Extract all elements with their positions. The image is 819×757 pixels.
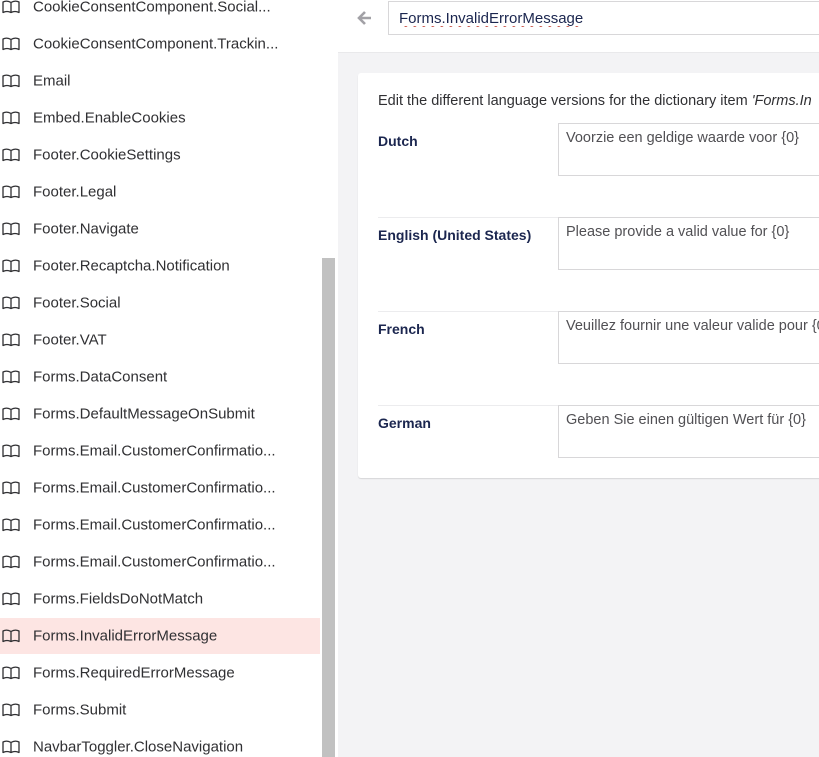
book-icon (2, 37, 20, 51)
book-icon (2, 0, 20, 14)
editor-header (338, 0, 819, 53)
back-arrow-icon[interactable] (356, 8, 376, 28)
tree-item[interactable]: Footer.Legal (0, 174, 320, 210)
tree-item-label: NavbarToggler.CloseNavigation (33, 738, 244, 756)
book-icon (2, 407, 20, 421)
book-icon (2, 333, 20, 347)
tree-item-label: Footer.Social (33, 294, 121, 312)
tree-item[interactable]: Forms.InvalidErrorMessage (0, 618, 320, 654)
book-icon (2, 592, 20, 606)
tree-item-label: CookieConsentComponent.Trackin... (33, 35, 279, 53)
intro-text: Edit the different language versions for… (378, 93, 812, 109)
tree-item[interactable]: Footer.Recaptcha.Notification (0, 248, 320, 284)
tree-item-label: Footer.Navigate (33, 220, 139, 238)
translation-textarea[interactable]: Veuillez fournir une valeur valide pour … (558, 311, 819, 364)
language-row: German Geben Sie einen gültigen Wert für … (378, 405, 819, 499)
tree-item[interactable]: Embed.EnableCookies (0, 100, 320, 136)
tree-item-label: Embed.EnableCookies (33, 109, 186, 127)
tree-item-label: Forms.DataConsent (33, 368, 168, 386)
book-icon (2, 259, 20, 273)
dictionary-tree: CookieConsentComponent.Social... CookieCo… (0, 0, 320, 757)
tree-item[interactable]: Footer.Social (0, 285, 320, 321)
scrollbar-thumb[interactable] (322, 258, 335, 757)
language-row: Dutch Voorzie een geldige waarde voor {0} (378, 123, 819, 218)
intro-prefix: Edit the different language versions for… (378, 93, 752, 109)
book-icon (2, 185, 20, 199)
language-label: French (378, 321, 425, 337)
dictionary-item-name-input[interactable] (388, 1, 819, 35)
language-row: French Veuillez fournir une valeur valide… (378, 311, 819, 406)
tree-item[interactable]: Email (0, 63, 320, 99)
book-icon (2, 666, 20, 680)
book-icon (2, 74, 20, 88)
translation-textarea[interactable]: Please provide a valid value for {0} (558, 217, 819, 270)
tree-item[interactable]: Footer.Navigate (0, 211, 320, 247)
book-icon (2, 555, 20, 569)
tree-item-label: Footer.Recaptcha.Notification (33, 257, 230, 275)
tree-item-label: CookieConsentComponent.Social... (33, 0, 271, 16)
book-icon (2, 518, 20, 532)
book-icon (2, 222, 20, 236)
book-icon (2, 148, 20, 162)
tree-item[interactable]: Forms.FieldsDoNotMatch (0, 581, 320, 617)
book-icon (2, 296, 20, 310)
translation-textarea[interactable]: Geben Sie einen gültigen Wert für {0} (558, 405, 819, 458)
tree-item[interactable]: Forms.Submit (0, 692, 320, 728)
tree-item[interactable]: Forms.DefaultMessageOnSubmit (0, 396, 320, 432)
tree-item-label: Forms.Email.CustomerConfirmatio... (33, 479, 276, 497)
book-icon (2, 629, 20, 643)
tree-item-label: Email (33, 72, 71, 90)
tree-item[interactable]: Forms.Email.CustomerConfirmatio... (0, 507, 320, 543)
language-label: German (378, 415, 431, 431)
tree-item-label: Forms.DefaultMessageOnSubmit (33, 405, 255, 423)
tree-item[interactable]: Forms.DataConsent (0, 359, 320, 395)
tree-item-label: Forms.Email.CustomerConfirmatio... (33, 516, 276, 534)
tree-item-label: Forms.RequiredErrorMessage (33, 664, 235, 682)
language-label: Dutch (378, 133, 418, 149)
tree-item-label: Forms.Submit (33, 701, 127, 719)
tree-item[interactable]: CookieConsentComponent.Social... (0, 0, 320, 25)
sidebar-scrollbar[interactable] (320, 0, 338, 757)
tree-item-label: Footer.Legal (33, 183, 117, 201)
tree-item[interactable]: Forms.RequiredErrorMessage (0, 655, 320, 691)
tree-item[interactable]: Footer.CookieSettings (0, 137, 320, 173)
language-label: English (United States) (378, 227, 532, 243)
book-icon (2, 370, 20, 384)
tree-item-label: Forms.Email.CustomerConfirmatio... (33, 553, 276, 571)
tree-item[interactable]: Forms.Email.CustomerConfirmatio... (0, 470, 320, 506)
language-editor-panel: Edit the different language versions for… (358, 73, 819, 478)
tree-item-label: Footer.CookieSettings (33, 146, 181, 164)
tree-item[interactable]: Forms.Email.CustomerConfirmatio... (0, 433, 320, 469)
language-row: English (United States) Please provide a … (378, 217, 819, 312)
book-icon (2, 111, 20, 125)
book-icon (2, 703, 20, 717)
tree-item[interactable]: Footer.VAT (0, 322, 320, 358)
book-icon (2, 481, 20, 495)
tree-item[interactable]: NavbarToggler.CloseNavigation (0, 729, 320, 757)
tree-item-label: Forms.InvalidErrorMessage (33, 627, 218, 645)
intro-item-name: 'Forms.In (751, 93, 812, 109)
tree-item-label: Footer.VAT (33, 331, 107, 349)
tree-item[interactable]: CookieConsentComponent.Trackin... (0, 26, 320, 62)
book-icon (2, 444, 20, 458)
book-icon (2, 740, 20, 754)
tree-item-label: Forms.Email.CustomerConfirmatio... (33, 442, 276, 460)
tree-item[interactable]: Forms.Email.CustomerConfirmatio... (0, 544, 320, 580)
tree-item-label: Forms.FieldsDoNotMatch (33, 590, 204, 608)
translation-textarea[interactable]: Voorzie een geldige waarde voor {0} (558, 123, 819, 176)
